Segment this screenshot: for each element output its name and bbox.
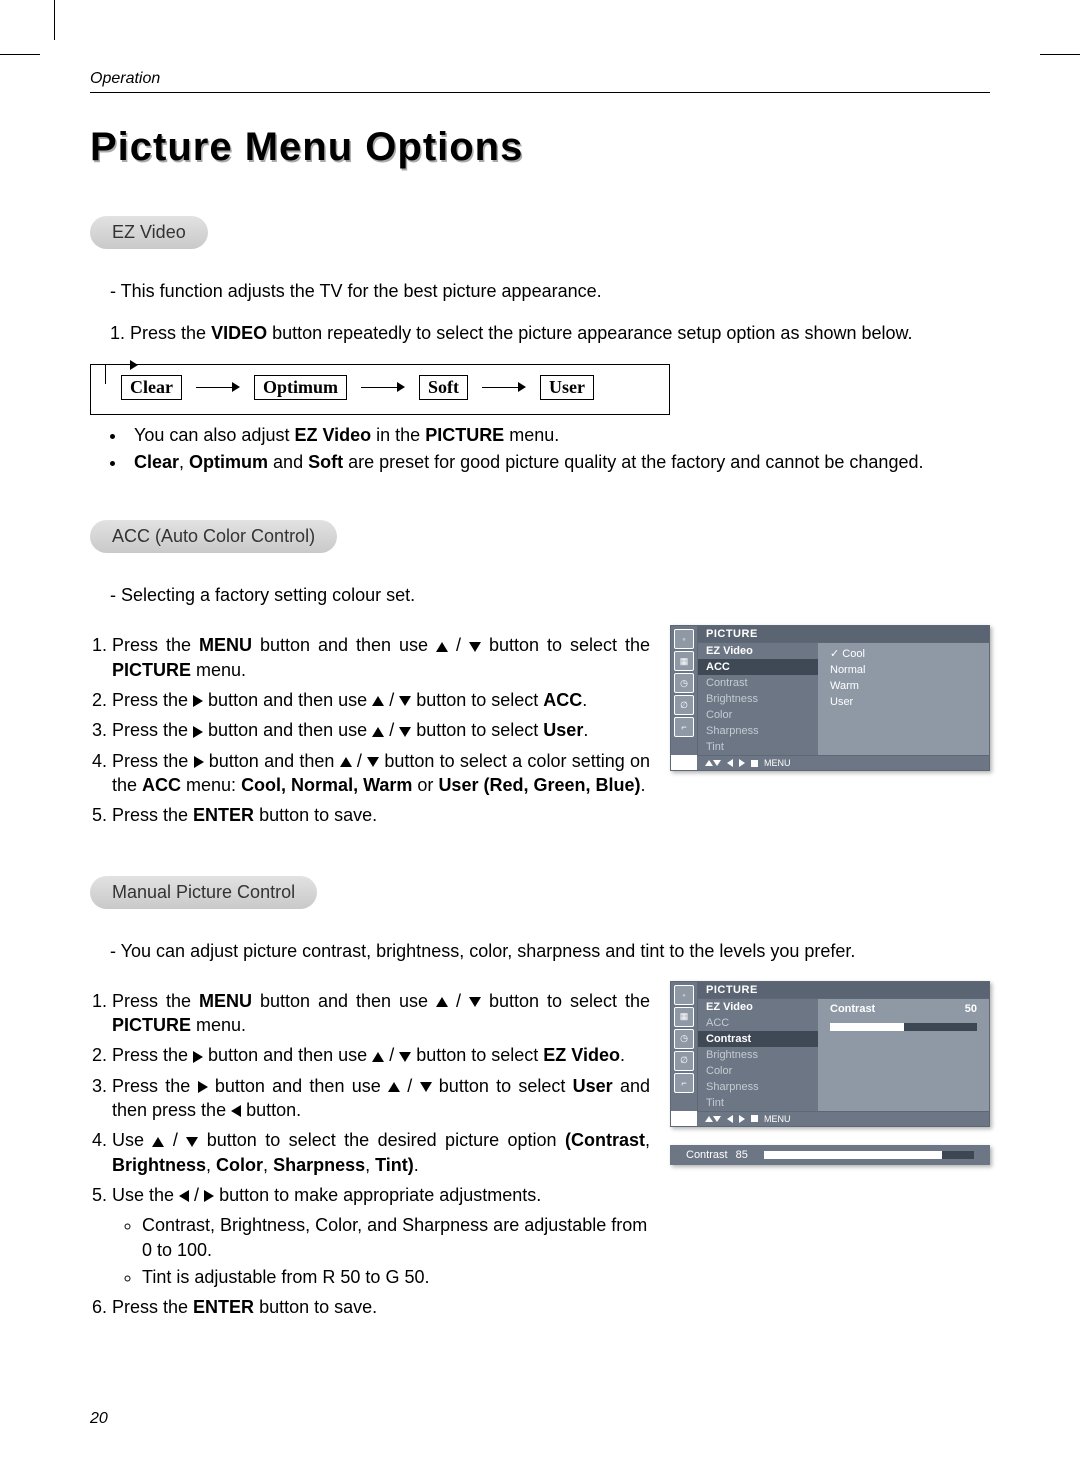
osd-icon: ∅ [674,1051,694,1071]
osd-title: PICTURE [698,626,989,643]
arrow-right-icon [482,382,526,392]
ez-note1: You can also adjust EZ Video in the PICT… [110,423,990,447]
right-icon [193,695,203,707]
left-icon [231,1105,241,1117]
osd-bar [830,1023,977,1031]
osd-icon: ∅ [674,695,694,715]
osd-manual: ◦ ▦ ◷ ∅ ⌐ PICTURE EZ Video ACC [670,981,990,1127]
osd-icon: ⌐ [674,717,694,737]
arrow-right-icon [361,382,405,392]
osd-item: Brightness [698,691,818,707]
ez-note2: Clear, Optimum and Soft are preset for g… [110,450,990,474]
strip-fill [764,1151,943,1159]
flow-user: User [540,375,594,400]
osd-item: Sharpness [698,1079,818,1095]
osd-footer: MENU [697,1111,989,1126]
osd-icon: ▦ [674,651,694,671]
osd-readout: Contrast 50 [818,1001,989,1017]
flow-soft: Soft [419,375,468,400]
section-pill-acc: ACC (Auto Color Control) [90,520,337,553]
manual-step5: Use the / button to make appropriate adj… [112,1183,650,1289]
osd-item: Color [698,707,818,723]
flow-clear: Clear [121,375,182,400]
running-header: Operation [90,70,990,93]
osd-adjust-strip: Contrast 85 [670,1145,990,1165]
osd-icon: ◷ [674,1029,694,1049]
osd-item-selected: ACC [698,659,818,675]
manual-step2: Press the button and then use / button t… [112,1043,650,1067]
osd-item: Tint [698,1095,818,1111]
osd-item: EZ Video [698,643,818,659]
osd-option: Normal [818,662,989,678]
osd-item: EZ Video [698,999,818,1015]
osd-title: PICTURE [698,982,989,999]
osd-acc: ◦ ▦ ◷ ∅ ⌐ PICTURE EZ Video ACC [670,625,990,771]
manual-step6: Press the ENTER button to save. [112,1295,650,1319]
acc-step5: Press the ENTER button to save. [112,803,650,827]
arrow-right-icon [196,382,240,392]
osd-icon: ◦ [674,985,694,1005]
acc-intro: - Selecting a factory setting colour set… [110,583,990,607]
acc-step4: Press the button and then / button to se… [112,749,650,798]
acc-step3: Press the button and then use / button t… [112,718,650,742]
section-pill-manual: Manual Picture Control [90,876,317,909]
manual-note1: Contrast, Brightness, Color, and Sharpne… [142,1213,650,1262]
page-number: 20 [90,1410,108,1428]
osd-item-selected: Contrast [698,1031,818,1047]
osd-item: Contrast [698,675,818,691]
manual-step1: Press the MENU button and then use / but… [112,989,650,1038]
acc-step2: Press the button and then use / button t… [112,688,650,712]
osd-icon: ▦ [674,1007,694,1027]
ez-step1: 1. Press the VIDEO button repeatedly to … [110,321,990,345]
manual-step4: Use / button to select the desired pictu… [112,1128,650,1177]
osd-option-checked: Cool [818,645,989,662]
osd-option: User [818,694,989,710]
ez-flow-diagram: Clear Optimum Soft User [90,364,670,415]
osd-item: Sharpness [698,723,818,739]
manual-note2: Tint is adjustable from R 50 to G 50. [142,1265,650,1289]
up-icon [436,642,448,652]
manual-intro: - You can adjust picture contrast, brigh… [110,939,990,963]
osd-option: Warm [818,678,989,694]
ez-intro: - This function adjusts the TV for the b… [110,279,990,303]
acc-step1: Press the MENU button and then use / but… [112,633,650,682]
osd-icon: ⌐ [674,1073,694,1093]
page-title: Picture Menu Options Picture Menu Option… [90,125,990,170]
down-icon [469,642,481,652]
osd-item: Color [698,1063,818,1079]
section-pill-ez-video: EZ Video [90,216,208,249]
osd-icon: ◦ [674,629,694,649]
flow-optimum: Optimum [254,375,347,400]
osd-item: ACC [698,1015,818,1031]
osd-icon: ◷ [674,673,694,693]
manual-step3: Press the button and then use / button t… [112,1074,650,1123]
osd-item: Tint [698,739,818,755]
osd-item: Brightness [698,1047,818,1063]
osd-footer: MENU [697,755,989,770]
